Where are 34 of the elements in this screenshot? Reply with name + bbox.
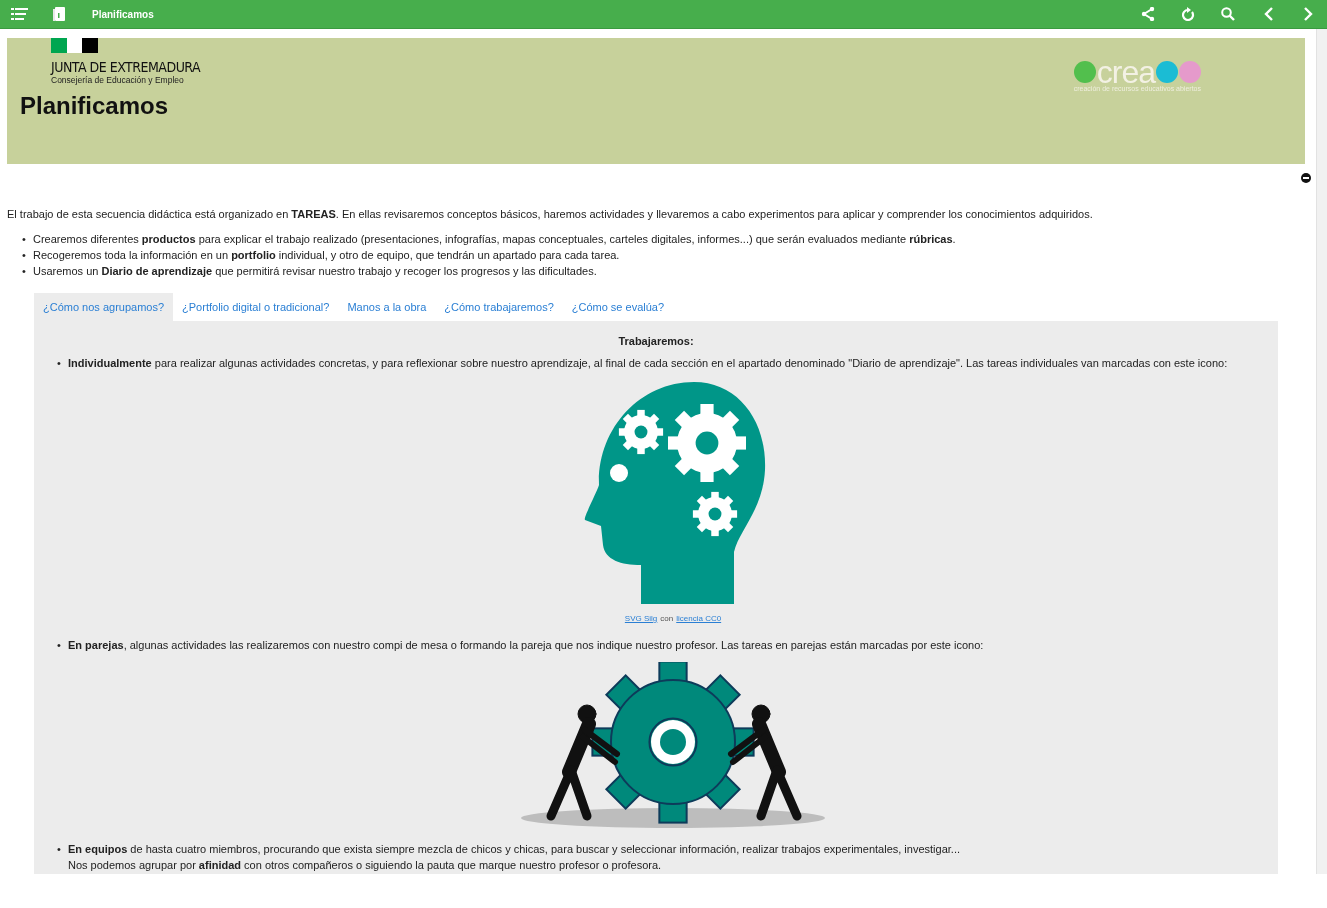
list-text: En equipos de hasta cuatro miembros, procurando que exista siempre mezcla de chicos y chicas, para buscar y seleccionar información, realizar trabajos experimentales, investigar... [68,842,961,856]
caption-text: con [660,613,674,625]
page-title: Planificamos [20,92,170,120]
list-text: Nos podemos agrupar por afinidad con otros compañeros o siguiendo la pauta que marque nuestro profesor o profesora. [68,858,663,872]
bullet-item: Recogeremos toda la información en un portfolio individual, y otro de equipo, que tendrán un apartado para cada tarea. [33,248,621,263]
tab[interactable]: ¿Cómo trabajaremos? [435,293,563,321]
list-text: Individualmente para realizar algunas actividades concretas, y para reflexionar sobre nuestro aprendizaje, al final de cada sección en el apartado denominado "Diario de aprendizaje". Las tareas individuales van marcadas con este icono: [68,356,1229,370]
toolbar-title: Planificamos [92,8,154,20]
bullet-marker: • [57,356,62,371]
list-text: En parejas, algunas actividades las realizaremos con nuestro compi de mesa o formando la pareja que nos indique nuestro profesor. Las tareas en parejas están marcadas por este icono: [68,638,985,652]
bullet-marker: • [57,842,62,857]
flag-icon [51,38,98,53]
bullet-marker: • [22,232,27,247]
bullet-marker: • [22,248,27,263]
logo-dot-icon [1073,61,1096,83]
tab[interactable]: Manos a la obra [338,293,436,321]
tab[interactable]: ¿Portfolio digital o tradicional? [173,293,339,321]
bullet-marker: • [57,638,62,653]
scrollbar[interactable] [1316,29,1327,874]
caption-link[interactable]: licencia CC0 [676,612,722,626]
tab[interactable]: ¿Cómo se evalúa? [562,293,674,321]
panel-heading: Trabajaremos: [617,335,695,347]
collapse-icon[interactable] [1301,173,1311,183]
tab[interactable]: ¿Cómo nos agrupamos? [34,293,174,321]
bullet-item: Crearemos diferentes productos para explicar el trabajo realizado (presentaciones, infografías, mapas conceptuales, carteles digitales, informes...) que serán evaluados mediante rúbricas. [33,232,957,247]
org-subtitle: Consejería de Educación y Empleo [51,75,185,85]
bullet-marker: • [22,264,27,279]
logo-text: crea [1096,60,1155,84]
logo-dot-icon [1156,61,1178,83]
intro-paragraph: El trabajo de esta secuencia didáctica está organizado en TAREAS. En ellas revisaremos conceptos básicos, haremos actividades y llevaremos a cabo experimentos para aplicar y comprender los conocimientos adquiridos. [7,207,1094,221]
org-name: JUNTA DE EXTREMADURA [51,59,201,75]
caption-link[interactable]: SVG Silg [624,612,658,626]
logo-dot-icon [1179,61,1201,83]
bullet-item: Usaremos un Diario de aprendizaje que permitirá revisar nuestro trabajo y recoger los progresos y las dificultades. [33,264,598,279]
